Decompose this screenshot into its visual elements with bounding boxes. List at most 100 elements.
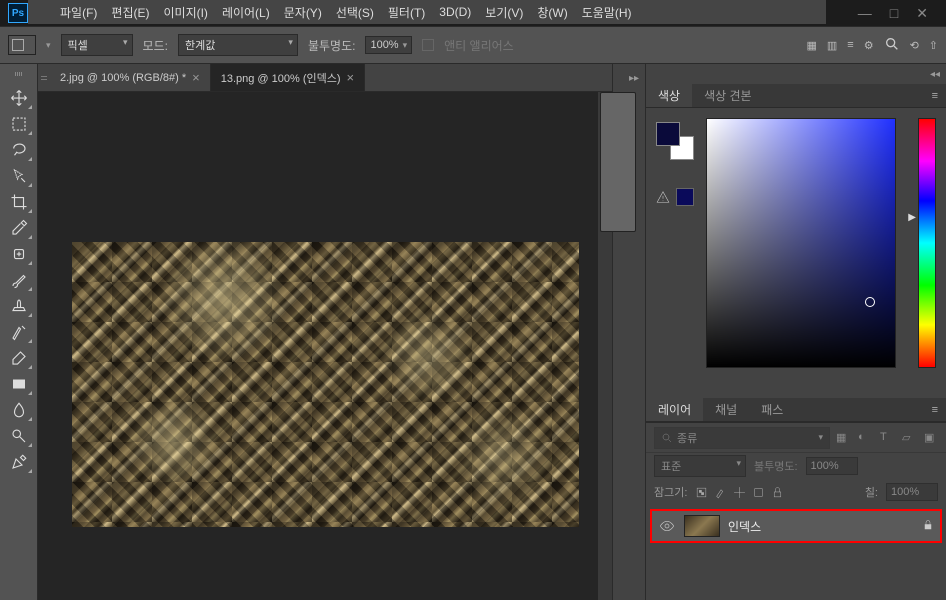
expand-panels-icon[interactable]: ▸▸ [629,73,639,84]
align-left-icon[interactable]: ▦ [806,39,816,52]
pen-tool[interactable] [5,450,33,474]
panel-grip[interactable] [5,72,33,78]
dodge-tool[interactable] [5,424,33,448]
clone-stamp-tool[interactable] [5,294,33,318]
lasso-tool[interactable] [5,138,33,162]
crop-tool[interactable] [5,190,33,214]
warning-icon [656,190,670,204]
document-tab-2-label: 13.png @ 100% (인덱스) [221,70,341,86]
app-logo: Ps [8,3,28,23]
eraser-tool[interactable] [5,346,33,370]
tab-grip[interactable] [38,64,50,91]
layer-opacity-input[interactable]: 100% [806,457,858,475]
layer-thumbnail[interactable] [684,515,720,537]
lock-brush-icon[interactable] [714,486,727,499]
menu-image[interactable]: 이미지(I) [163,4,207,21]
color-field[interactable] [706,118,896,368]
filter-shape-icon[interactable]: ▱ [902,431,916,445]
antialias-label: 앤티 앨리어스 [444,37,514,54]
menu-edit[interactable]: 편집(E) [111,4,149,21]
search-icon[interactable] [884,36,900,55]
layer-name[interactable]: 인덱스 [728,518,914,535]
menu-bar: 파일(F) 편집(E) 이미지(I) 레이어(L) 문자(Y) 선택(S) 필터… [28,0,826,24]
document-tab-1[interactable]: 2.jpg @ 100% (RGB/8#) * × [50,64,211,91]
menu-3d[interactable]: 3D(D) [439,5,471,19]
color-picker-cursor [865,297,875,307]
window-maximize-button[interactable]: □ [890,5,898,22]
brush-tool[interactable] [5,268,33,292]
lock-label: 잠그기: [654,484,687,500]
antialias-checkbox[interactable] [422,39,434,51]
tab-color[interactable]: 색상 [646,84,692,107]
move-tool[interactable] [5,86,33,110]
filter-adjust-icon[interactable]: ◐ [858,431,872,445]
closest-web-color[interactable] [676,188,694,206]
close-icon[interactable]: × [347,70,355,85]
opacity-label: 불투명도: [754,458,798,474]
opacity-label: 불투명도: [308,37,356,54]
tool-preset[interactable] [8,35,36,55]
layer-fill-input[interactable]: 100% [886,483,938,501]
window-minimize-button[interactable]: — [858,5,872,22]
menu-filter[interactable]: 필터(T) [388,4,425,21]
lock-position-icon[interactable] [733,486,746,499]
align-center-icon[interactable]: ▥ [827,39,837,52]
history-icon[interactable]: ⟲ [910,39,919,52]
menu-type[interactable]: 문자(Y) [284,4,322,21]
unit-dropdown[interactable]: 픽셀 [61,34,133,56]
canvas-image[interactable] [72,242,579,527]
tab-paths[interactable]: 패스 [749,398,795,421]
share-icon[interactable]: ⇧ [929,39,938,52]
lock-all-icon[interactable] [771,486,784,499]
menu-layer[interactable]: 레이어(L) [222,4,270,21]
window-close-button[interactable]: ✕ [916,5,928,22]
panel-menu-icon[interactable]: ≡ [924,398,946,421]
color-panel-tabs: 색상 색상 견본 ≡ [646,84,946,108]
menu-view[interactable]: 보기(V) [485,4,523,21]
foreground-color[interactable] [656,122,680,146]
gradient-tool[interactable] [5,372,33,396]
lock-icon [922,519,934,534]
color-panel: ▶ [646,108,946,398]
tab-channels[interactable]: 채널 [703,398,749,421]
document-area: 2.jpg @ 100% (RGB/8#) * × 13.png @ 100% … [38,64,612,600]
hue-slider-arrow: ▶ [908,212,916,223]
lock-pixels-icon[interactable] [695,486,708,499]
eyedropper-tool[interactable] [5,216,33,240]
quick-select-tool[interactable] [5,164,33,188]
blur-tool[interactable] [5,398,33,422]
opacity-input[interactable]: 100%▾ [365,36,412,54]
align-stack-icon[interactable]: ≡ [847,39,853,51]
layers-panel: 종류 ▾ ▦ ◐ T ▱ ▣ 표준 불투명도: 100% 잠그기: [646,422,946,600]
document-tabs: 2.jpg @ 100% (RGB/8#) * × 13.png @ 100% … [38,64,612,92]
tab-layers[interactable]: 레이어 [646,398,703,421]
menu-window[interactable]: 창(W) [537,4,567,21]
mode-dropdown[interactable]: 한계값 [178,34,298,56]
panel-menu-icon[interactable]: ≡ [924,84,946,107]
filter-smart-icon[interactable]: ▣ [924,431,938,445]
menu-select[interactable]: 선택(S) [336,4,374,21]
hue-slider[interactable] [918,118,936,368]
tools-panel [0,64,38,600]
filter-type-icon[interactable]: T [880,431,894,445]
document-tab-2[interactable]: 13.png @ 100% (인덱스) × [211,64,365,91]
collapse-panels-icon[interactable]: ◂◂ [930,69,940,80]
blend-mode-dropdown[interactable]: 표준 [654,455,746,477]
vertical-scrollbar[interactable] [598,92,612,600]
gear-icon[interactable]: ⚙ [864,39,874,52]
layer-visibility-toggle[interactable] [658,517,676,535]
tab-swatches[interactable]: 색상 견본 [692,84,764,107]
healing-brush-tool[interactable] [5,242,33,266]
mode-label: 모드: [143,37,168,54]
close-icon[interactable]: × [192,70,200,85]
right-panels: ◂◂ 색상 색상 견본 ≡ ▶ 레이어 채널 패스 ≡ [646,64,946,600]
menu-file[interactable]: 파일(F) [60,4,97,21]
marquee-tool[interactable] [5,112,33,136]
filter-pixel-icon[interactable]: ▦ [836,431,850,445]
layer-filter-dropdown[interactable]: 종류 ▾ [654,427,830,449]
history-brush-tool[interactable] [5,320,33,344]
lock-artboard-icon[interactable] [752,486,765,499]
menu-help[interactable]: 도움말(H) [582,4,632,21]
layer-row[interactable]: 인덱스 [650,509,942,543]
document-tab-1-label: 2.jpg @ 100% (RGB/8#) * [60,72,186,84]
